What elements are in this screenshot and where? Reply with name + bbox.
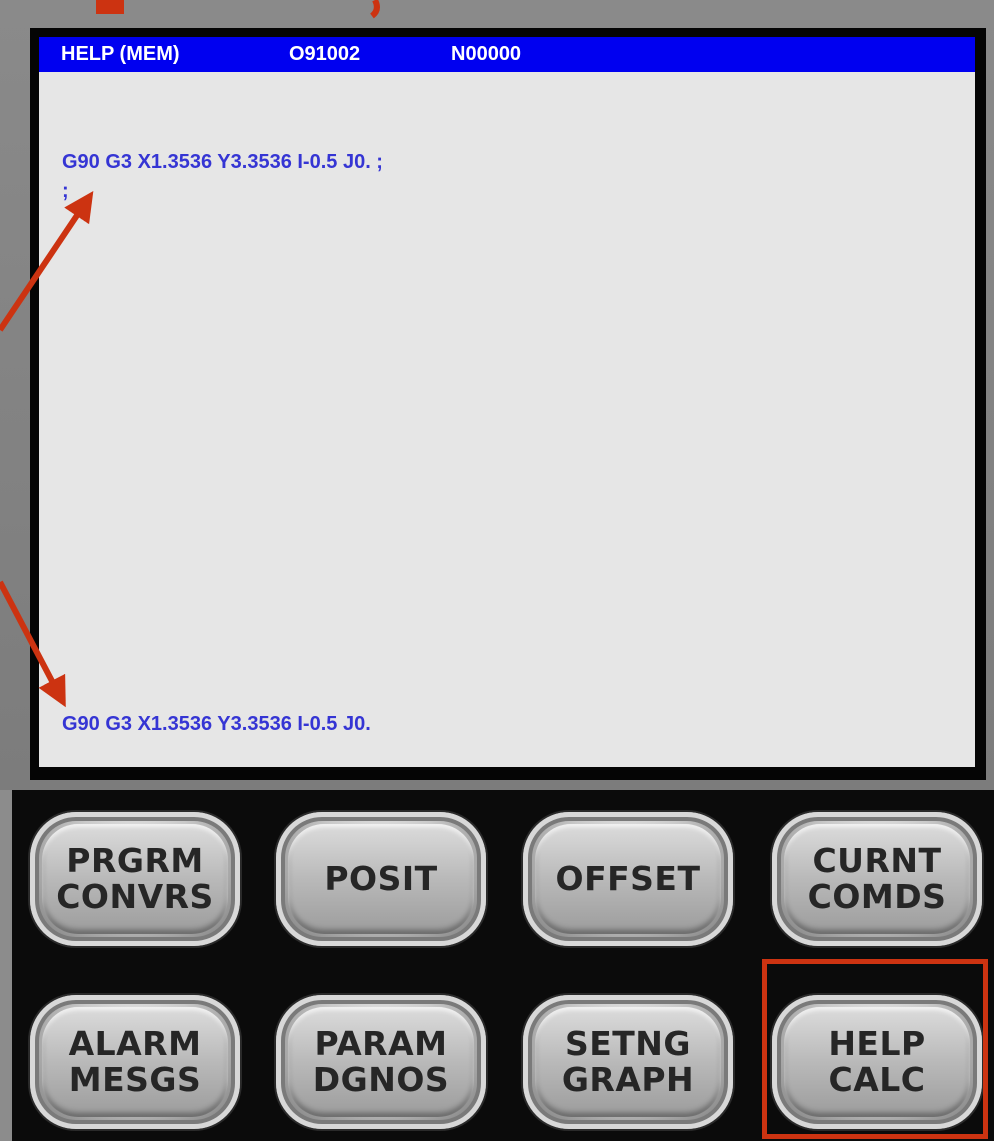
key-label-line1: CURNT [812,841,942,880]
key-label: PARAM DGNOS [313,1026,449,1098]
key-label: HELP CALC [828,1026,925,1098]
key-label: CURNT COMDS [808,843,947,915]
key-label-line1: HELP [828,1024,926,1063]
annotation-arrows [0,0,380,708]
key-label: SETNG GRAPH [562,1026,694,1098]
top-annotation-fragment [96,0,124,14]
key-label: ALARM MESGS [69,1026,202,1098]
key-label-line1: PRGRM [66,841,204,880]
key-label-line1: PARAM [314,1024,448,1063]
top-annotation-fragment [370,0,380,19]
key-label-line2: MESGS [68,1060,202,1099]
key-label-line2: COMDS [807,877,947,916]
key-label: OFFSET [556,861,701,897]
key-label: PRGRM CONVRS [56,843,214,915]
arrow-to-input-buffer [0,580,66,708]
key-label-line2: CONVRS [56,877,214,916]
key-label-line1: OFFSET [555,859,701,898]
key-label-line2: CALC [828,1060,926,1099]
key-label-line2: GRAPH [561,1060,695,1099]
key-label-line2: DGNOS [312,1060,450,1099]
key-label-line1: ALARM [68,1024,202,1063]
key-label-line1: POSIT [324,859,438,898]
key-label: POSIT [324,861,437,897]
arrow-to-program-line [0,191,94,332]
key-label-line1: SETNG [564,1024,692,1063]
